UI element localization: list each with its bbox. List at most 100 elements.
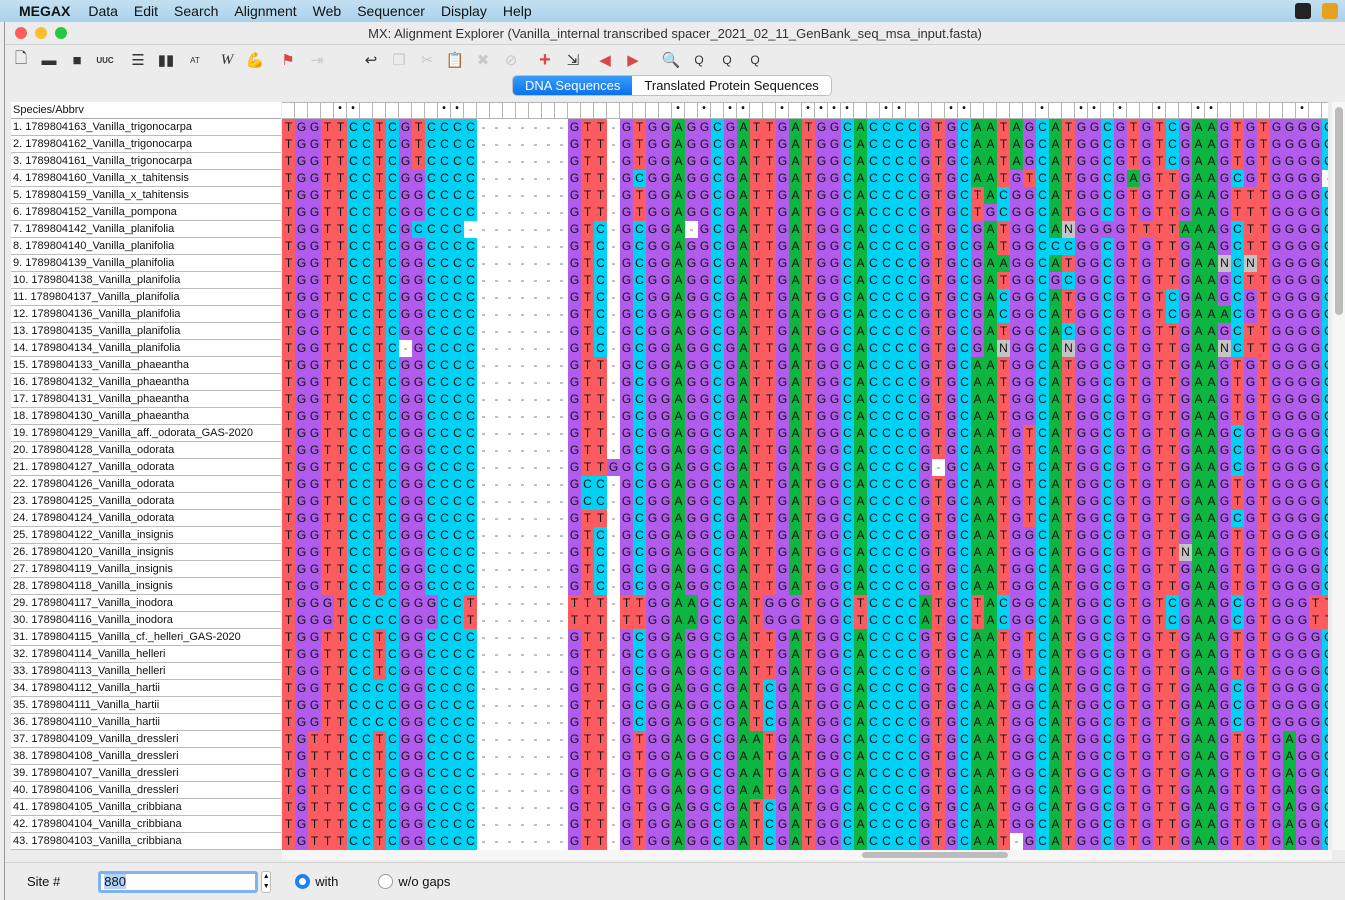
base-cell[interactable]: T <box>594 136 607 153</box>
base-cell[interactable]: T <box>581 765 594 782</box>
base-cell[interactable]: - <box>555 612 568 629</box>
base-cell[interactable]: T <box>1062 663 1075 680</box>
base-cell[interactable]: - <box>542 153 555 170</box>
base-cell[interactable]: A <box>1205 629 1218 646</box>
base-cell[interactable]: C <box>347 204 360 221</box>
base-cell[interactable]: - <box>516 680 529 697</box>
base-cell[interactable]: C <box>841 272 854 289</box>
base-cell[interactable]: G <box>1270 136 1283 153</box>
base-cell[interactable]: G <box>815 425 828 442</box>
base-cell[interactable]: T <box>802 391 815 408</box>
base-cell[interactable]: G <box>685 493 698 510</box>
base-cell[interactable]: G <box>399 476 412 493</box>
base-cell[interactable]: G <box>1179 289 1192 306</box>
base-cell[interactable]: C <box>1322 629 1328 646</box>
base-cell[interactable]: T <box>581 595 594 612</box>
base-cell[interactable]: G <box>1010 204 1023 221</box>
base-cell[interactable]: G <box>1244 306 1257 323</box>
base-cell[interactable]: A <box>1049 136 1062 153</box>
base-cell[interactable]: - <box>529 833 542 850</box>
base-cell[interactable]: G <box>815 544 828 561</box>
base-cell[interactable]: G <box>685 204 698 221</box>
base-cell[interactable]: A <box>984 561 997 578</box>
base-cell[interactable]: A <box>737 629 750 646</box>
base-cell[interactable]: G <box>1270 527 1283 544</box>
base-cell[interactable]: C <box>880 306 893 323</box>
base-cell[interactable]: G <box>724 663 737 680</box>
base-cell[interactable]: C <box>464 289 477 306</box>
menu-data[interactable]: Data <box>88 3 118 19</box>
base-cell[interactable]: A <box>1205 323 1218 340</box>
base-cell[interactable]: C <box>893 782 906 799</box>
base-cell[interactable]: C <box>360 833 373 850</box>
base-cell[interactable]: T <box>1023 442 1036 459</box>
base-cell[interactable]: T <box>1231 204 1244 221</box>
base-cell[interactable]: G <box>919 459 932 476</box>
base-cell[interactable]: G <box>1218 544 1231 561</box>
base-cell[interactable]: G <box>399 510 412 527</box>
base-cell[interactable]: - <box>477 408 490 425</box>
base-cell[interactable]: T <box>1127 697 1140 714</box>
base-cell[interactable]: C <box>451 561 464 578</box>
base-cell[interactable]: A <box>789 255 802 272</box>
base-cell[interactable]: G <box>568 221 581 238</box>
base-cell[interactable]: G <box>1010 476 1023 493</box>
base-cell[interactable]: G <box>607 459 620 476</box>
base-cell[interactable]: - <box>516 714 529 731</box>
base-cell[interactable]: G <box>1140 646 1153 663</box>
base-cell[interactable]: G <box>1283 680 1296 697</box>
base-cell[interactable]: C <box>464 629 477 646</box>
base-cell[interactable]: G <box>1218 646 1231 663</box>
base-cell[interactable]: G <box>815 612 828 629</box>
base-cell[interactable]: T <box>581 238 594 255</box>
base-cell[interactable]: A <box>1049 408 1062 425</box>
base-cell[interactable]: C <box>893 442 906 459</box>
base-cell[interactable]: T <box>334 476 347 493</box>
base-cell[interactable]: G <box>698 748 711 765</box>
base-cell[interactable]: G <box>1270 493 1283 510</box>
base-cell[interactable]: - <box>529 510 542 527</box>
base-cell[interactable]: C <box>451 119 464 136</box>
base-cell[interactable]: G <box>698 442 711 459</box>
base-cell[interactable]: G <box>1049 272 1062 289</box>
base-cell[interactable]: G <box>295 561 308 578</box>
base-cell[interactable]: C <box>867 782 880 799</box>
base-cell[interactable]: G <box>828 595 841 612</box>
base-cell[interactable]: G <box>789 595 802 612</box>
base-cell[interactable]: T <box>1153 799 1166 816</box>
base-cell[interactable]: G <box>646 595 659 612</box>
base-cell[interactable]: C <box>464 459 477 476</box>
base-cell[interactable]: A <box>984 697 997 714</box>
base-cell[interactable]: C <box>867 374 880 391</box>
base-cell[interactable]: G <box>1270 340 1283 357</box>
base-cell[interactable]: G <box>1075 170 1088 187</box>
base-cell[interactable]: G <box>295 323 308 340</box>
base-cell[interactable]: T <box>1166 374 1179 391</box>
base-cell[interactable]: C <box>867 765 880 782</box>
base-cell[interactable]: T <box>282 493 295 510</box>
base-cell[interactable]: G <box>1270 680 1283 697</box>
base-cell[interactable]: C <box>958 833 971 850</box>
base-cell[interactable]: G <box>1179 425 1192 442</box>
base-cell[interactable]: A <box>737 272 750 289</box>
base-cell[interactable]: T <box>581 578 594 595</box>
base-cell[interactable]: A <box>997 255 1010 272</box>
base-cell[interactable]: G <box>1218 782 1231 799</box>
base-cell[interactable]: G <box>1114 816 1127 833</box>
base-cell[interactable]: G <box>1075 221 1088 238</box>
base-cell[interactable]: G <box>1140 357 1153 374</box>
base-cell[interactable]: C <box>360 238 373 255</box>
base-cell[interactable]: T <box>1257 663 1270 680</box>
base-cell[interactable]: G <box>698 408 711 425</box>
base-cell[interactable]: G <box>1179 680 1192 697</box>
base-cell[interactable]: T <box>334 731 347 748</box>
base-cell[interactable]: G <box>412 306 425 323</box>
base-cell[interactable]: C <box>880 425 893 442</box>
base-cell[interactable]: G <box>1270 425 1283 442</box>
base-cell[interactable]: A <box>737 136 750 153</box>
base-cell[interactable]: G <box>698 187 711 204</box>
base-cell[interactable]: G <box>620 289 633 306</box>
base-cell[interactable]: T <box>932 221 945 238</box>
base-cell[interactable]: G <box>646 578 659 595</box>
base-cell[interactable]: A <box>984 527 997 544</box>
